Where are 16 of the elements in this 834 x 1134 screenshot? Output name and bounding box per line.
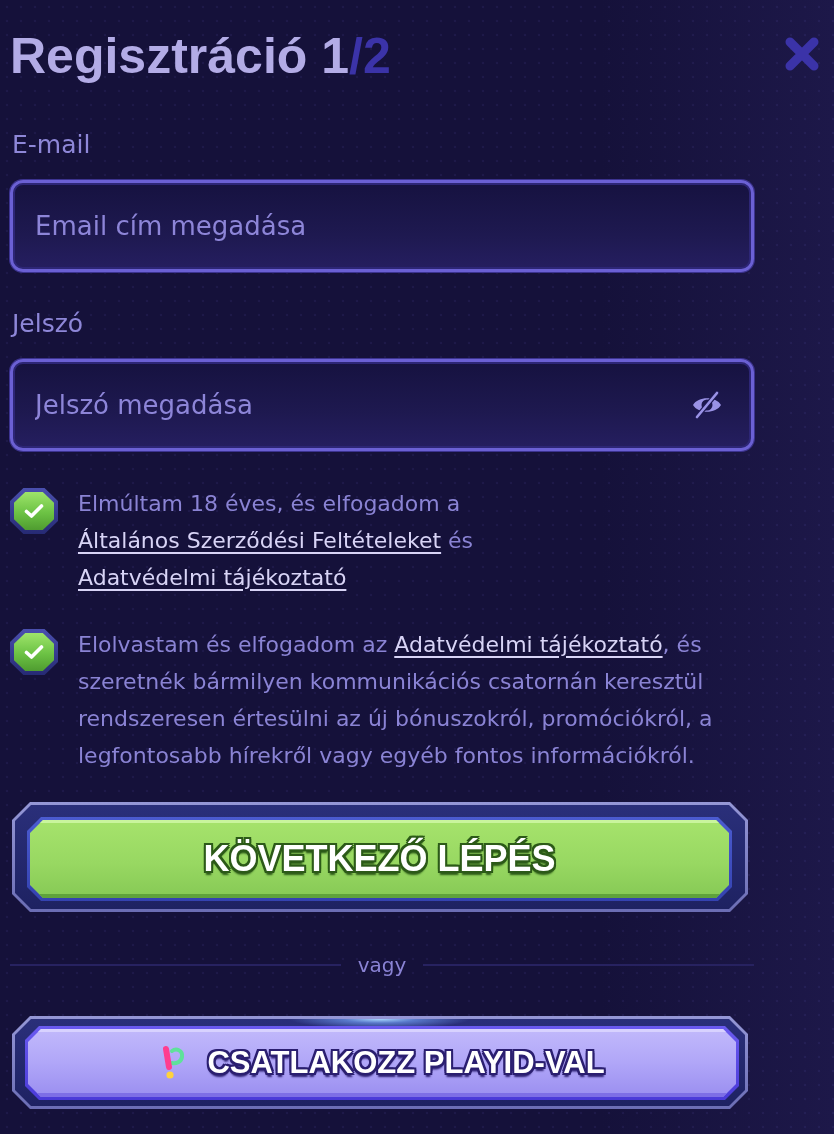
document-link[interactable]: Adatvédelmi tájékoztató (394, 632, 663, 657)
step-total: /2 (349, 28, 391, 84)
checkbox[interactable] (10, 629, 58, 675)
check-icon (24, 644, 44, 660)
document-link[interactable]: Általános Szerződési Feltételeket (78, 528, 442, 553)
checkbox[interactable] (10, 488, 58, 534)
consent-text: Elolvastam és elfogadom az Adatvédelmi tájékoztató, és szeretnék bármilyen kommunikációs csatornán keresztül rendszeresen értesülni az új bónuszokról, promóciókról, a legfontosabb hírekről vagy egyéb fontos információkról. (78, 631, 714, 770)
page-title: Regisztráció 1 (10, 28, 349, 84)
consent-text: Elmúltam 18 éves, és elfogadom a Általános Szerződési Feltételeket és Adatvédelmi tájékoztató (78, 490, 475, 592)
field-label: E-mail (12, 129, 91, 161)
field-label: Jelszó (12, 308, 84, 340)
eye-off-icon[interactable] (692, 391, 722, 419)
check-icon (24, 503, 44, 519)
divider-label: vagy (357, 952, 407, 978)
email-field[interactable]: Email cím megadása (10, 180, 754, 272)
document-link[interactable]: Adatvédelmi tájékoztató (78, 565, 347, 590)
